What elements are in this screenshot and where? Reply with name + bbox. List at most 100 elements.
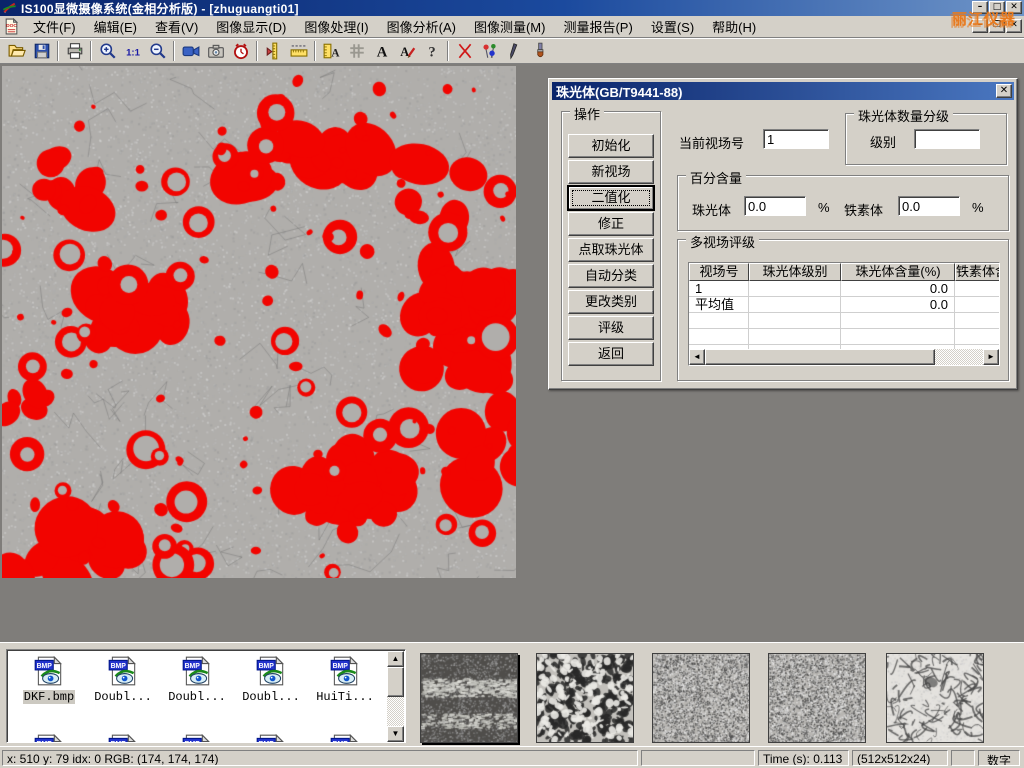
level-input[interactable] (914, 129, 980, 149)
table-cell (955, 313, 1000, 328)
menu-item-4[interactable]: 图像显示(D) (207, 15, 295, 38)
thumbnail-sample-1[interactable] (420, 653, 518, 743)
title-bar[interactable]: IS100显微摄像系统(金相分析版) - [zhuguangti01] – □ … (0, 0, 1024, 16)
file-item-Doubl...[interactable]: BMPDoubl... (87, 654, 159, 704)
pen-button[interactable] (502, 40, 527, 63)
time-status: Time (s): 0.113 (758, 750, 849, 766)
menu-item-2[interactable]: 编辑(E) (85, 15, 146, 38)
svg-text:BMP: BMP (259, 663, 275, 670)
file-list-scrollbar[interactable]: ▲ ▼ (387, 651, 404, 742)
text-button[interactable]: A (369, 40, 394, 63)
file-item-Doubl...[interactable]: BMPDoubl... (235, 654, 307, 704)
bmp-file-icon: BMP (32, 732, 66, 743)
table-horizontal-scrollbar[interactable]: ◄ ► (689, 349, 999, 365)
print-button[interactable] (62, 40, 87, 63)
file-item-partial[interactable]: BMP (13, 732, 85, 743)
table-row-3[interactable] (689, 313, 999, 329)
menu-item-10[interactable]: 帮助(H) (703, 15, 765, 38)
thumbnail-sample-4[interactable] (768, 653, 866, 743)
ferrite-percent-input[interactable]: 0.0 (898, 196, 960, 216)
current-field-label: 当前视场号 (679, 133, 744, 152)
pearlite-percent-input[interactable]: 0.0 (744, 196, 806, 216)
snapshot-button[interactable] (203, 40, 228, 63)
count-marks-button[interactable] (477, 40, 502, 63)
metallographic-image[interactable] (2, 66, 516, 578)
file-item-partial[interactable]: BMP (309, 732, 381, 743)
file-scrollbar-thumb[interactable] (387, 667, 404, 697)
file-item-Doubl...[interactable]: BMPDoubl... (161, 654, 233, 704)
op-button-6[interactable]: 自动分类 (568, 264, 654, 288)
document-icon[interactable]: DOC (3, 18, 20, 35)
actual-size-button[interactable]: 1:1 (120, 40, 145, 63)
menu-item-5[interactable]: 图像处理(I) (295, 15, 377, 38)
text-edit-button[interactable]: A (394, 40, 419, 63)
bmp-file-icon: BMP (254, 732, 288, 743)
op-button-1[interactable]: 初始化 (568, 134, 654, 158)
grid-button[interactable] (344, 40, 369, 63)
svg-text:BMP: BMP (259, 741, 275, 743)
ferrite-unit: % (972, 200, 984, 215)
curve-cut-button[interactable] (452, 40, 477, 63)
zoom-in-icon (99, 42, 117, 60)
dialog-title-bar[interactable]: 珠光体(GB/T9441-88) ✕ (552, 82, 1014, 100)
op-button-4[interactable]: 修正 (568, 212, 654, 236)
scroll-down-icon[interactable]: ▼ (387, 726, 404, 742)
scroll-right-icon[interactable]: ► (983, 349, 999, 365)
caliper-button[interactable] (261, 40, 286, 63)
zoom-out-button[interactable] (145, 40, 170, 63)
op-button-9[interactable]: 返回 (568, 342, 654, 366)
op-button-7[interactable]: 更改类别 (568, 290, 654, 314)
child-restore-icon[interactable]: ❐ (989, 19, 1005, 33)
file-item-HuiTi...[interactable]: BMPHuiTi... (309, 654, 381, 704)
menu-item-3[interactable]: 查看(V) (146, 15, 207, 38)
thumbnail-sample-2[interactable] (536, 653, 634, 743)
scroll-up-icon[interactable]: ▲ (387, 651, 404, 667)
child-close-icon[interactable]: ✕ (1006, 19, 1022, 33)
brush-button[interactable] (527, 40, 552, 63)
column-header-4[interactable]: 铁素体含量(%) (955, 263, 1000, 281)
menu-item-8[interactable]: 测量报告(P) (554, 15, 641, 38)
column-header-3[interactable]: 珠光体含量(%) (841, 263, 955, 281)
thumbnail-sample-3[interactable] (652, 653, 750, 743)
ruler-button[interactable] (286, 40, 311, 63)
maximize-icon[interactable]: □ (989, 1, 1005, 14)
bmp-file-icon: BMP (32, 654, 66, 688)
video-camera-button[interactable] (178, 40, 203, 63)
op-button-5[interactable]: 点取珠光体 (568, 238, 654, 262)
timer-button[interactable] (228, 40, 253, 63)
menu-item-9[interactable]: 设置(S) (642, 15, 703, 38)
toolbar-separator (314, 41, 316, 61)
table-cell (955, 297, 1000, 312)
measure-text-button[interactable]: A (319, 40, 344, 63)
save-icon (33, 42, 51, 60)
table-row-4[interactable] (689, 329, 999, 345)
file-item-partial[interactable]: BMP (161, 732, 233, 743)
menu-item-7[interactable]: 图像测量(M) (465, 15, 555, 38)
thumbnail-sample-5[interactable] (886, 653, 984, 743)
close-icon[interactable]: ✕ (1006, 1, 1022, 14)
menu-item-6[interactable]: 图像分析(A) (378, 15, 465, 38)
menu-item-1[interactable]: 文件(F) (24, 15, 85, 38)
table-row-2[interactable]: 平均值0.0 (689, 297, 999, 313)
file-item-DKF.bmp[interactable]: BMPDKF.bmp (13, 654, 85, 704)
text-edit-icon: A (398, 42, 416, 60)
zoom-in-button[interactable] (95, 40, 120, 63)
column-header-1[interactable]: 视场号 (689, 263, 749, 281)
minimize-icon[interactable]: – (972, 1, 988, 14)
scroll-left-icon[interactable]: ◄ (689, 349, 705, 365)
save-button[interactable] (29, 40, 54, 63)
child-minimize-icon[interactable]: – (972, 19, 988, 33)
op-button-3[interactable]: 二值化 (568, 186, 654, 210)
op-button-8[interactable]: 评级 (568, 316, 654, 340)
column-header-2[interactable]: 珠光体级别 (749, 263, 841, 281)
help-button[interactable]: ? (419, 40, 444, 63)
op-button-2[interactable]: 新视场 (568, 160, 654, 184)
table-row-1[interactable]: 10.0 (689, 281, 999, 297)
file-item-partial[interactable]: BMP (87, 732, 159, 743)
scrollbar-thumb[interactable] (705, 349, 935, 365)
open-button[interactable] (4, 40, 29, 63)
svg-text:BMP: BMP (333, 663, 349, 670)
dialog-close-icon[interactable]: ✕ (996, 84, 1012, 98)
current-field-input[interactable]: 1 (763, 129, 829, 149)
file-item-partial[interactable]: BMP (235, 732, 307, 743)
